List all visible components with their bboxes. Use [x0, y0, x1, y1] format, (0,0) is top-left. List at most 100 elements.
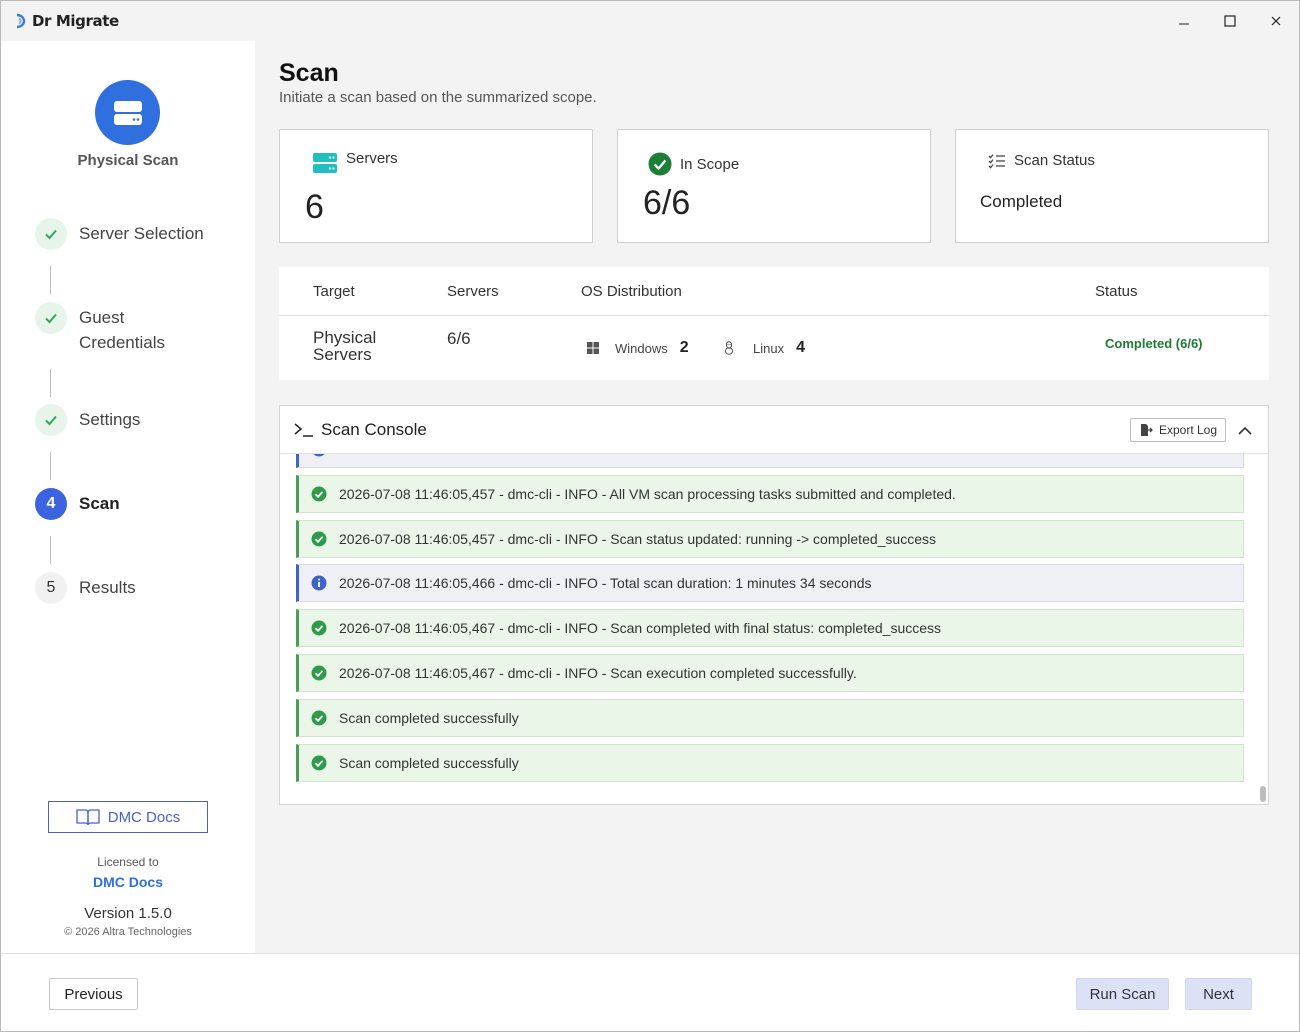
os-label: Linux: [753, 340, 785, 356]
log-text: 2026-07-08 11:46:05,467 - dmc-cli - INFO…: [339, 620, 942, 636]
success-check-icon: [311, 620, 327, 636]
maximize-button[interactable]: [1207, 1, 1253, 41]
copyright-text: © 2026 Altra Technologies: [64, 926, 192, 938]
docs-button[interactable]: DMC Docs: [48, 801, 208, 833]
server-icon: [113, 100, 142, 125]
run-scan-button[interactable]: Run Scan: [1076, 978, 1169, 1010]
step-done-badge: [35, 302, 67, 334]
servers-card-header: Servers: [312, 149, 398, 174]
logo-icon: [16, 13, 26, 29]
os-linux: Linux 4: [723, 339, 805, 357]
step-number-badge: 4: [35, 488, 67, 520]
step-label: Guest Credentials: [79, 302, 165, 355]
step-label: Settings: [79, 410, 141, 429]
os-count: 2: [679, 339, 689, 356]
console-scrollbar[interactable]: [1260, 786, 1266, 802]
check-icon: [45, 229, 57, 240]
log-entry: 2026-07-08 11:46:05,457 - dmc-cli - INFO…: [296, 520, 1244, 558]
export-log-label: Export Log: [1158, 423, 1218, 437]
header-status: Status: [1095, 283, 1138, 300]
log-text: 2026-07-08 11:46:05,467 - dmc-cli - INFO…: [339, 665, 857, 681]
close-button[interactable]: [1253, 1, 1299, 41]
terminal-icon: [294, 423, 313, 437]
previous-button[interactable]: Previous: [49, 978, 138, 1010]
header-servers: Servers: [447, 283, 499, 300]
log-text: Scan completed successfully: [339, 755, 519, 771]
step-guest-credentials[interactable]: Guest Credentials: [35, 302, 165, 355]
next-button[interactable]: Next: [1185, 978, 1252, 1010]
sidebar-title: Physical Scan: [77, 152, 179, 169]
check-icon: [45, 415, 57, 426]
os-count: 4: [796, 339, 805, 356]
step-label: Scan: [79, 494, 120, 513]
close-icon: [1271, 16, 1281, 26]
check-circle-icon: [648, 152, 672, 176]
footer: Previous Run Scan Next: [1, 953, 1299, 1031]
app-window: Dr Migrate Physical Scan Server Selectio…: [0, 0, 1300, 1032]
docs-button-label: DMC Docs: [107, 808, 181, 826]
step-settings[interactable]: Settings: [35, 404, 140, 436]
step-server-selection[interactable]: Server Selection: [35, 218, 204, 250]
step-scan[interactable]: 4 Scan: [35, 488, 120, 520]
step-connector: [50, 536, 51, 564]
step-connector: [50, 452, 51, 480]
log-entry: 2026-07-08 11:46:05,467 - dmc-cli - INFO…: [296, 654, 1244, 692]
servers-card: Servers 6: [279, 129, 593, 243]
export-log-button[interactable]: Export Log: [1130, 418, 1226, 442]
cell-target-line2: Servers: [313, 345, 372, 364]
scan-console: Scan Console Export Log 2026-07-08 11:46…: [279, 405, 1269, 805]
book-icon: [76, 809, 100, 826]
info-icon: [313, 454, 325, 457]
version-label: Version 1.5.0: [84, 905, 172, 922]
page-title: Scan: [279, 59, 339, 87]
title-bar: Dr Migrate: [1, 1, 1299, 41]
minimize-icon: [1179, 23, 1189, 25]
servers-card-label: Servers: [346, 149, 398, 167]
window-controls: [1161, 1, 1299, 41]
server-stack-icon: [312, 152, 338, 174]
cell-servers: 6/6: [447, 329, 471, 348]
checklist-icon: [988, 153, 1006, 169]
linux-icon: [724, 341, 734, 355]
log-entry: Scan completed successfully: [296, 699, 1244, 737]
scan-status-card-label: Scan Status: [1014, 152, 1095, 169]
check-icon: [45, 313, 57, 324]
step-connector: [50, 369, 51, 397]
table-divider: [279, 315, 1269, 316]
servers-card-value: 6: [305, 188, 324, 226]
status-completed-badge: Completed (6/6): [1105, 336, 1203, 351]
success-check-icon: [311, 486, 327, 502]
export-icon: [1140, 424, 1153, 436]
log-entry: 2026-07-08 11:46:05,466 - dmc-cli - INFO…: [296, 564, 1244, 602]
header-target: Target: [313, 283, 355, 300]
scan-status-card: Scan Status Completed: [955, 129, 1269, 243]
log-text: 2026-07-08 11:46:05,457 - dmc-cli - INFO…: [339, 486, 956, 502]
cell-target: Physical Servers: [313, 329, 376, 363]
console-title-text: Scan Console: [321, 420, 427, 439]
main-content: Scan Initiate a scan based on the summar…: [255, 41, 1299, 953]
success-check-icon: [311, 531, 327, 547]
in-scope-card-header: In Scope: [648, 152, 739, 176]
in-scope-card-value: 6/6: [643, 184, 691, 222]
maximize-icon: [1224, 15, 1236, 27]
log-text: 2026-07-08 11:46:05,457 - dmc-cli - INFO…: [339, 531, 937, 547]
windows-icon: [587, 342, 599, 354]
log-text: 2026-07-08 11:46:05,466 - dmc-cli - INFO…: [339, 575, 872, 591]
console-title: Scan Console: [294, 420, 427, 440]
log-text: Scan completed successfully: [339, 710, 519, 726]
step-number-badge: 5: [35, 572, 67, 604]
info-icon: [311, 575, 327, 591]
log-entry: [296, 454, 1244, 468]
step-connector: [50, 266, 51, 294]
in-scope-card-label: In Scope: [680, 155, 740, 173]
minimize-button[interactable]: [1161, 1, 1207, 41]
console-log[interactable]: 2026-07-08 11:46:05,457 - dmc-cli - INFO…: [280, 454, 1268, 804]
collapse-console-button[interactable]: [1235, 420, 1255, 440]
step-results[interactable]: 5 Results: [35, 572, 136, 604]
header-os-distribution: OS Distribution: [581, 283, 682, 300]
os-label: Windows: [615, 340, 668, 356]
licensee-name: DMC Docs: [92, 874, 163, 890]
page-subtitle: Initiate a scan based on the summarized …: [279, 89, 597, 106]
log-entry: 2026-07-08 11:46:05,467 - dmc-cli - INFO…: [296, 609, 1244, 647]
step-label-line2: Credentials: [79, 333, 165, 352]
